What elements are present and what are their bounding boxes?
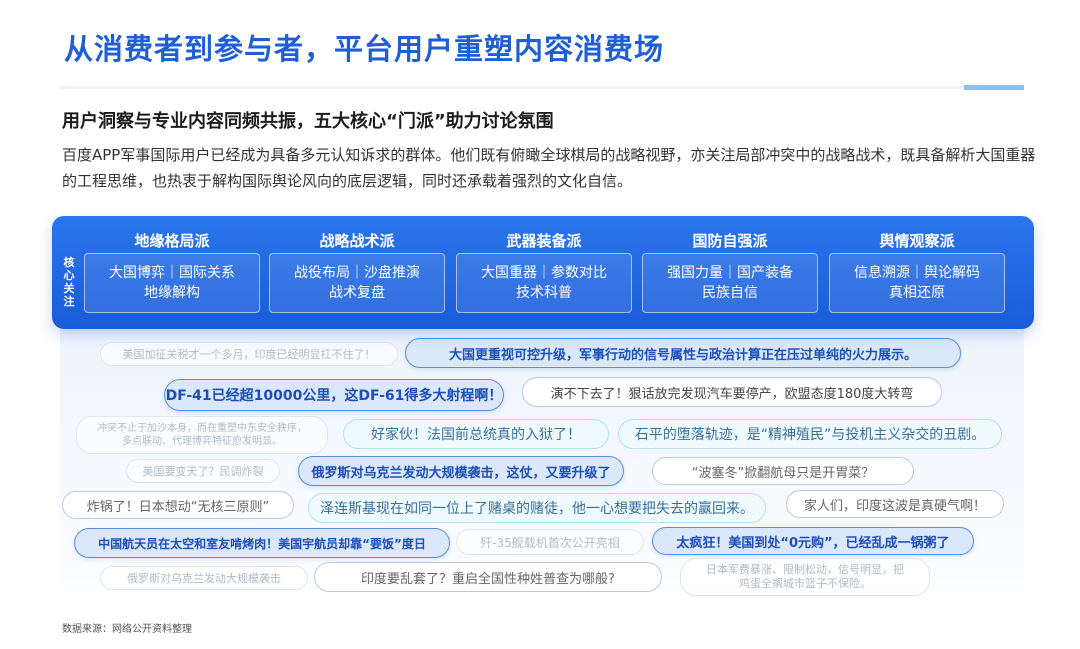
comment-pill: 太疯狂！美国到处“0元购”，已经乱成一锅粥了 <box>652 527 974 555</box>
core-focus-label: 核心关注 <box>63 256 75 308</box>
comment-pill: 日本军费暴涨、限制松动，信号明显，把 鸡蛋全搁城市篮子不保险。 <box>680 558 930 596</box>
faction-topic-line: 强国力量｜国产装备 <box>667 265 793 281</box>
faction-topics: 信息溯源｜舆论解码 真相还原 <box>829 253 1005 313</box>
comment-pill: 炸锅了！日本想动“无核三原则” <box>62 491 294 519</box>
faction-topics: 战役布局｜沙盘推演 战术复盘 <box>269 253 445 313</box>
comment-cloud: 美国加征关税才一个多月，印度已经明显扛不住了！ 大国更重视可控升级，军事行动的信… <box>60 326 1024 616</box>
comment-pill: 好家伙！法国前总统真的入狱了！ <box>343 419 609 449</box>
comment-pill: 演不下去了！狠话放完发现汽车要停产，欧盟态度180度大转弯 <box>522 377 942 407</box>
comment-pill: 美国加征关税才一个多月，印度已经明显扛不住了！ <box>100 342 398 366</box>
comment-line: 冲突不止于加沙本身，而在重塑中东安全秩序， <box>97 423 307 434</box>
faction-topic-line: 大国博弈｜国际关系 <box>109 265 235 281</box>
faction-name: 地缘格局派 <box>134 232 210 250</box>
faction-name: 舆情观察派 <box>879 232 955 250</box>
description-text: 百度APP军事国际用户已经成为具备多元认知诉求的群体。他们既有俯瞰全球棋局的战略… <box>62 146 1036 190</box>
faction-name: 国防自强派 <box>692 232 768 250</box>
comment-pill: 印度要乱套了？重启全国性种姓普查为哪般? <box>314 562 662 592</box>
faction-topic-line: 真相还原 <box>889 285 945 301</box>
comment-line: 日本军费暴涨、限制松动，信号明显，把 <box>706 563 904 576</box>
comment-pill: 俄罗斯对乌克兰发动大规模袭击 <box>100 566 308 590</box>
page-title: 从消费者到参与者，平台用户重塑内容消费场 <box>64 32 665 66</box>
faction-name: 武器装备派 <box>506 232 582 250</box>
faction-topic-line: 民族自信 <box>702 285 758 301</box>
faction-topics: 大国重器｜参数对比 技术科普 <box>456 253 632 313</box>
faction-topic-line: 信息溯源｜舆论解码 <box>854 265 980 281</box>
core-focus-panel: 核心关注 地缘格局派 大国博弈｜国际关系 地缘解构 战略战术派 战役布局｜沙盘推… <box>52 216 1034 329</box>
comment-pill: 大国更重视可控升级，军事行动的信号属性与政治计算正在压过单纯的火力展示。 <box>405 338 961 368</box>
faction-name: 战略战术派 <box>319 232 395 250</box>
comment-line: 多点联动、代理博弈特征愈发明显。 <box>122 436 282 447</box>
title-divider-accent <box>964 85 1024 90</box>
comment-pill: 冲突不止于加沙本身，而在重塑中东安全秩序， 多点联动、代理博弈特征愈发明显。 <box>76 416 328 454</box>
comment-pill: 俄罗斯对乌克兰发动大规模袭击，这仗，又要升级了 <box>298 456 624 486</box>
faction-topics: 强国力量｜国产装备 民族自信 <box>642 253 818 313</box>
faction-topic-line: 大国重器｜参数对比 <box>481 265 607 281</box>
comment-pill: DF-41已经超10000公里，这DF-61得多大射程啊！ <box>164 379 504 411</box>
faction-topic-line: 战役布局｜沙盘推演 <box>294 265 420 281</box>
comment-pill: “波塞冬”掀翻航母只是开胃菜？ <box>652 457 914 485</box>
comment-pill: 泽连斯基现在如同一位上了赌桌的赌徒，他一心想要把失去的赢回来。 <box>308 493 766 523</box>
faction-topic-line: 技术科普 <box>516 285 572 301</box>
comment-pill: 中国航天员在太空和室友啃烤肉！美国宇航员却靠“要饭”度日 <box>74 528 450 558</box>
faction-topic-line: 地缘解构 <box>144 285 200 301</box>
comment-pill: 家人们，印度这波是真硬气啊！ <box>786 490 1004 518</box>
title-divider <box>60 86 1024 89</box>
comment-pill: 歼-35舰载机首次公开亮相 <box>456 529 644 555</box>
comment-pill: 石平的堕落轨迹，是“精神殖民”与投机主义杂交的丑剧。 <box>618 419 1002 449</box>
section-subtitle: 用户洞察与专业内容同频共振，五大核心“门派”助力讨论氛围 <box>62 111 554 132</box>
faction-topics: 大国博弈｜国际关系 地缘解构 <box>84 253 260 313</box>
faction-topic-line: 战术复盘 <box>329 285 385 301</box>
comment-line: 鸡蛋全搁城市篮子不保险。 <box>739 577 871 590</box>
source-note: 数据来源：网络公开资料整理 <box>62 624 192 635</box>
comment-pill: 美国要变天了？民调炸裂 <box>126 459 280 483</box>
